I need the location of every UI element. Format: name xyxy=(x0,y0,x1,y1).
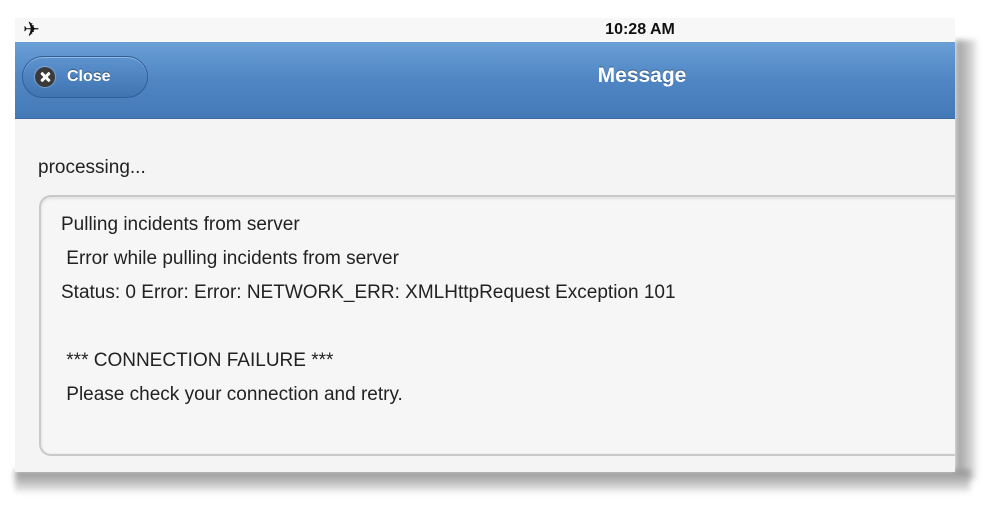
message-line: Pulling incidents from server xyxy=(61,214,300,235)
drop-shadow-bottom xyxy=(15,470,970,492)
drop-shadow-right xyxy=(955,40,977,480)
header-bar: Close Message xyxy=(15,42,955,119)
message-line: *** CONNECTION FAILURE *** xyxy=(61,350,334,371)
processing-status: processing... xyxy=(38,157,146,178)
message-line: Error while pulling incidents from serve… xyxy=(61,248,399,269)
status-bar: ✈ 10:28 AM xyxy=(15,18,955,42)
message-line: Status: 0 Error: Error: NETWORK_ERR: XML… xyxy=(61,282,676,303)
message-line: Please check your connection and retry. xyxy=(61,384,403,405)
message-box[interactable]: Pulling incidents from server Error whil… xyxy=(39,195,955,456)
app-screen: ✈ 10:28 AM Close Message processing... P… xyxy=(15,18,955,472)
status-time: 10:28 AM xyxy=(605,21,675,38)
page-title: Message xyxy=(597,64,687,87)
